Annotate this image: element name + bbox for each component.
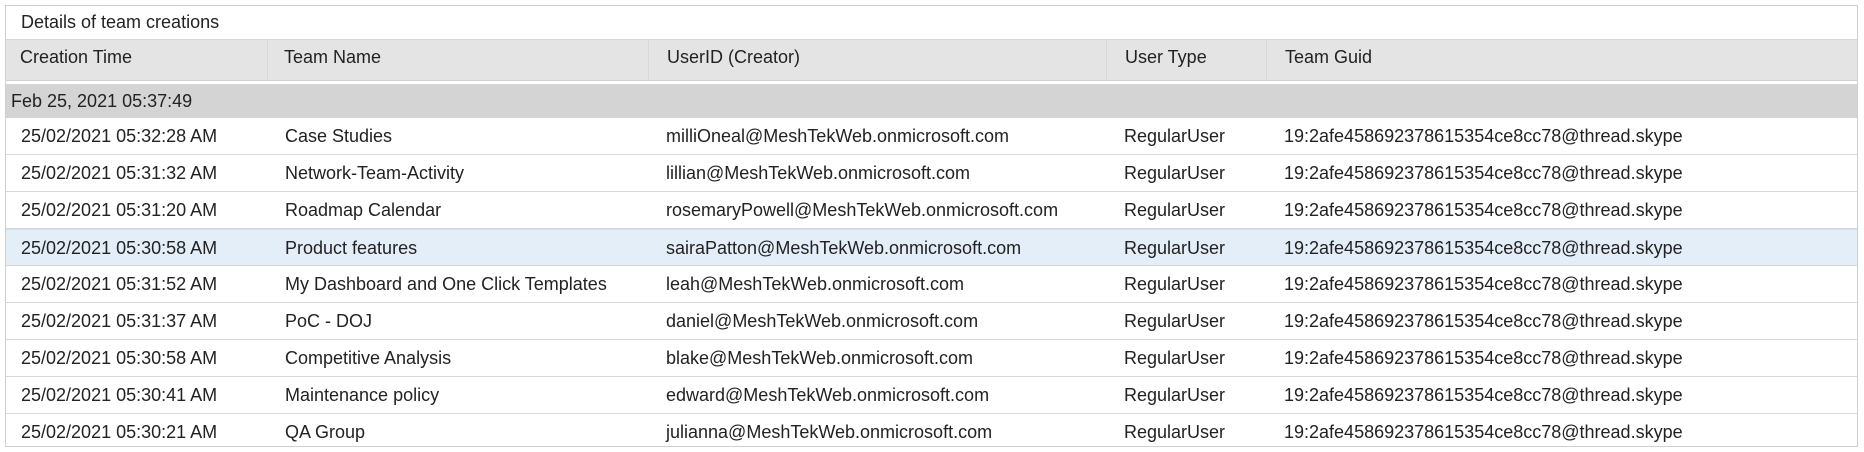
cell-creation-time: 25/02/2021 05:31:52 AM: [21, 274, 218, 294]
cell-team-name: Competitive Analysis: [285, 348, 452, 368]
group-row[interactable]: Feb 25, 2021 05:37:49: [6, 84, 1857, 118]
cell-creation-time: 25/02/2021 05:30:41 AM: [21, 385, 218, 405]
cell-team-name: Product features: [285, 238, 418, 258]
cell-creation-time: 25/02/2021 05:32:28 AM: [21, 126, 218, 146]
cell-user-type: RegularUser: [1124, 238, 1226, 258]
table-row[interactable]: 25/02/2021 05:30:21 AM QA Group julianna@M…: [6, 414, 1857, 446]
cell-team-guid: 19:2afe458692378615354ce8cc78@thread.sky…: [1284, 163, 1683, 183]
cell-userid: daniel@MeshTekWeb.onmicrosoft.com: [666, 311, 979, 331]
table-header: Creation Time Team Name UserID (Creator)…: [6, 39, 1857, 81]
column-header-user-type[interactable]: User Type: [1106, 40, 1266, 80]
cell-userid: rosemaryPowell@MeshTekWeb.onmicrosoft.co…: [666, 200, 1059, 220]
column-header-team-name[interactable]: Team Name: [267, 40, 648, 80]
cell-team-name: Case Studies: [285, 126, 393, 146]
table-row[interactable]: 25/02/2021 05:30:58 AM Competitive Analys…: [6, 340, 1857, 377]
cell-creation-time: 25/02/2021 05:30:21 AM: [21, 422, 218, 442]
cell-team-guid: 19:2afe458692378615354ce8cc78@thread.sky…: [1284, 311, 1683, 331]
cell-user-type: RegularUser: [1124, 311, 1226, 331]
cell-userid: edward@MeshTekWeb.onmicrosoft.com: [666, 385, 990, 405]
cell-team-name: Roadmap Calendar: [285, 200, 442, 220]
table-row[interactable]: 25/02/2021 05:31:32 AM Network-Team-Activ…: [6, 155, 1857, 192]
cell-creation-time: 25/02/2021 05:31:32 AM: [21, 163, 218, 183]
cell-user-type: RegularUser: [1124, 274, 1226, 294]
cell-userid: sairaPatton@MeshTekWeb.onmicrosoft.com: [666, 238, 1022, 258]
table-row[interactable]: 25/02/2021 05:32:28 AM Case Studies milliO…: [6, 118, 1857, 155]
cell-creation-time: 25/02/2021 05:30:58 AM: [21, 348, 218, 368]
cell-userid: milliOneal@MeshTekWeb.onmicrosoft.com: [666, 126, 1010, 146]
cell-team-guid: 19:2afe458692378615354ce8cc78@thread.sky…: [1284, 274, 1683, 294]
table-row[interactable]: 25/02/2021 05:31:20 AM Roadmap Calendar ro…: [6, 192, 1857, 229]
cell-user-type: RegularUser: [1124, 348, 1226, 368]
cell-team-guid: 19:2afe458692378615354ce8cc78@thread.sky…: [1284, 348, 1683, 368]
table-body: 25/02/2021 05:32:28 AM Case Studies milliO…: [6, 118, 1857, 446]
cell-userid: leah@MeshTekWeb.onmicrosoft.com: [666, 274, 965, 294]
cell-team-name: Network-Team-Activity: [285, 163, 465, 183]
cell-creation-time: 25/02/2021 05:30:58 AM: [21, 238, 218, 258]
cell-team-name: PoC - DOJ: [285, 311, 373, 331]
cell-team-guid: 19:2afe458692378615354ce8cc78@thread.sky…: [1284, 200, 1683, 220]
cell-team-name: QA Group: [285, 422, 366, 442]
cell-userid: blake@MeshTekWeb.onmicrosoft.com: [666, 348, 974, 368]
team-creations-panel: Details of team creations Creation Time …: [5, 5, 1858, 447]
cell-team-guid: 19:2afe458692378615354ce8cc78@thread.sky…: [1284, 422, 1683, 442]
cell-creation-time: 25/02/2021 05:31:20 AM: [21, 200, 218, 220]
column-header-team-guid[interactable]: Team Guid: [1266, 40, 1857, 80]
cell-team-name: My Dashboard and One Click Templates: [285, 274, 607, 294]
cell-userid: julianna@MeshTekWeb.onmicrosoft.com: [666, 422, 993, 442]
cell-user-type: RegularUser: [1124, 422, 1226, 442]
cell-creation-time: 25/02/2021 05:31:37 AM: [21, 311, 218, 331]
cell-team-guid: 19:2afe458692378615354ce8cc78@thread.sky…: [1284, 238, 1683, 258]
table-row[interactable]: 25/02/2021 05:31:37 AM PoC - DOJ daniel@Me…: [6, 303, 1857, 340]
cell-userid: lillian@MeshTekWeb.onmicrosoft.com: [666, 163, 971, 183]
cell-user-type: RegularUser: [1124, 385, 1226, 405]
cell-user-type: RegularUser: [1124, 200, 1226, 220]
cell-user-type: RegularUser: [1124, 163, 1226, 183]
cell-team-guid: 19:2afe458692378615354ce8cc78@thread.sky…: [1284, 385, 1683, 405]
table-row[interactable]: 25/02/2021 05:30:41 AM Maintenance policy…: [6, 377, 1857, 414]
column-header-userid[interactable]: UserID (Creator): [648, 40, 1106, 80]
table-row[interactable]: 25/02/2021 05:30:58 AM Product features sa…: [6, 229, 1857, 266]
table-row[interactable]: 25/02/2021 05:31:52 AM My Dashboard and O…: [6, 266, 1857, 303]
cell-team-name: Maintenance policy: [285, 385, 440, 405]
cell-team-guid: 19:2afe458692378615354ce8cc78@thread.sky…: [1284, 126, 1683, 146]
column-header-creation-time[interactable]: Creation Time: [6, 40, 267, 80]
panel-caption: Details of team creations: [21, 12, 220, 32]
cell-user-type: RegularUser: [1124, 126, 1226, 146]
